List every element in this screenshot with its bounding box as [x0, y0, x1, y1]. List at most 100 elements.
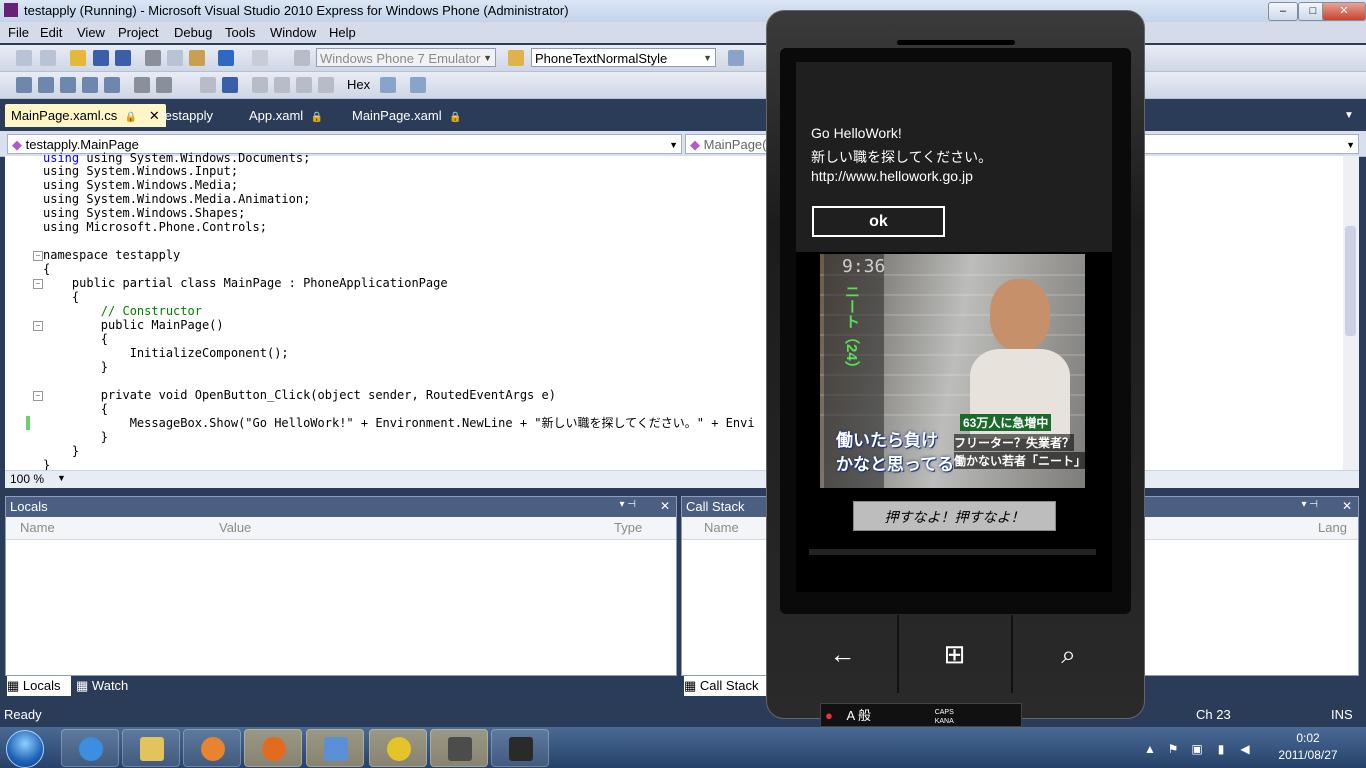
tab-call-stack[interactable]: ▦ Call Stack	[684, 676, 770, 696]
word-complete-icon[interactable]	[104, 77, 120, 93]
open-file-icon[interactable]	[70, 50, 86, 66]
hex-button[interactable]: Hex	[347, 77, 370, 92]
ime-caps-kana: CAPS KANA	[935, 708, 954, 726]
tab-testapply[interactable]: testapply	[155, 104, 219, 127]
style-dropdown[interactable]: PhoneTextNormalStyle ▼	[531, 48, 716, 67]
code-line: namespace testapply	[43, 248, 181, 262]
show-next-statement-icon[interactable]	[252, 77, 268, 93]
column-type[interactable]: Type	[614, 517, 642, 539]
start-debug-icon[interactable]	[294, 50, 310, 66]
taskbar-phone[interactable]	[491, 729, 549, 767]
menu-file[interactable]: File	[8, 25, 29, 40]
add-item-icon[interactable]	[40, 50, 56, 66]
taskbar-ie[interactable]	[61, 729, 119, 767]
taskbar-explorer[interactable]	[122, 729, 180, 767]
visual-studio-express-icon	[387, 737, 411, 761]
cut-icon[interactable]	[145, 50, 161, 66]
fold-toggle-icon[interactable]: −	[33, 279, 43, 289]
comment-icon[interactable]	[134, 77, 150, 93]
menu-project[interactable]: Project	[118, 25, 158, 40]
taskbar-phone-emulator[interactable]	[430, 729, 488, 767]
search-key-icon[interactable]: ⌕	[1012, 615, 1125, 693]
action-center-icon[interactable]: ⚑	[1166, 742, 1180, 756]
undo-icon[interactable]	[218, 50, 234, 66]
taskbar-app[interactable]	[306, 729, 364, 767]
outline-icon[interactable]	[16, 77, 32, 93]
start-button[interactable]	[6, 730, 44, 768]
paste-icon[interactable]	[189, 50, 205, 66]
editor-horizontal-scrollbar[interactable]: 100 % ▼	[5, 470, 1359, 488]
start-key-icon[interactable]: ⊞	[898, 615, 1011, 693]
back-key-icon[interactable]: ←	[786, 615, 899, 693]
push-button[interactable]: 押すなよ！押すなよ！	[853, 501, 1056, 531]
tab-mainpage-xaml[interactable]: MainPage.xaml 🔒	[346, 104, 468, 127]
minimize-button[interactable]: –	[1268, 2, 1298, 21]
parameter-info-icon[interactable]	[60, 77, 76, 93]
fold-toggle-icon[interactable]: −	[33, 321, 43, 331]
volume-icon[interactable]: ◀	[1238, 742, 1252, 756]
step-over-icon[interactable]	[296, 77, 312, 93]
redo-icon[interactable]	[252, 50, 268, 66]
menu-help[interactable]: Help	[329, 25, 356, 40]
show-hidden-icons-icon[interactable]: ▲	[1143, 742, 1157, 756]
copy-icon[interactable]	[167, 50, 183, 66]
locals-panel: Locals ▾ ⊣ ✕ Name Value Type	[5, 496, 677, 676]
tab-mainpage-xaml-cs[interactable]: MainPage.xaml.cs 🔒 ✕	[5, 104, 166, 127]
class-dropdown-value: testapply.MainPage	[25, 137, 139, 152]
tab-watch[interactable]: ▦ Watch	[76, 676, 146, 696]
zoom-level[interactable]: 100 %	[10, 472, 44, 486]
taskbar-visual-studio[interactable]	[369, 729, 427, 767]
network-icon[interactable]: ▮	[1214, 742, 1228, 756]
taskbar-firefox[interactable]	[244, 729, 302, 767]
style-icon[interactable]	[508, 50, 524, 66]
member-list-icon[interactable]	[38, 77, 54, 93]
window-app-icon	[324, 737, 348, 761]
fold-toggle-icon[interactable]: −	[33, 391, 43, 401]
new-project-icon[interactable]	[16, 50, 32, 66]
continue-icon[interactable]	[200, 77, 216, 93]
uncomment-icon[interactable]	[156, 77, 172, 93]
column-name[interactable]: Name	[704, 517, 739, 539]
tab-app-xaml[interactable]: App.xaml 🔒	[243, 104, 329, 127]
taskbar-clock[interactable]: 0:02 2011/08/27	[1262, 730, 1354, 764]
menu-edit[interactable]: Edit	[40, 25, 62, 40]
column-lang[interactable]: Lang	[1318, 517, 1347, 539]
quick-info-icon[interactable]	[82, 77, 98, 93]
stop-icon[interactable]	[222, 77, 238, 93]
windows-icon[interactable]	[410, 77, 426, 93]
breakpoints-icon[interactable]	[380, 77, 396, 93]
tab-overflow-icon[interactable]: ▼	[1344, 110, 1354, 121]
save-icon[interactable]	[93, 50, 109, 66]
code-line: }	[43, 444, 80, 458]
editor-vertical-scrollbar[interactable]	[1343, 156, 1359, 474]
chevron-down-icon[interactable]: ▼	[57, 473, 66, 483]
code-line: using using System.Windows.Documents;	[43, 151, 311, 165]
scroll-thumb[interactable]	[1345, 226, 1356, 336]
step-out-icon[interactable]	[318, 77, 334, 93]
tab-locals[interactable]: ▦ Locals	[7, 676, 71, 696]
device-icon[interactable]: ▣	[1190, 742, 1204, 756]
ok-button[interactable]: ok	[812, 206, 945, 237]
close-button[interactable]: ✕	[1322, 2, 1366, 21]
close-icon[interactable]: ✕	[660, 499, 670, 513]
column-value[interactable]: Value	[219, 517, 251, 539]
save-all-icon[interactable]	[115, 50, 131, 66]
code-line: public MainPage()	[43, 318, 224, 332]
menu-tools[interactable]: Tools	[225, 25, 255, 40]
fold-toggle-icon[interactable]: −	[33, 251, 43, 261]
menu-view[interactable]: View	[77, 25, 105, 40]
ime-language-bar[interactable]: ● A 般 CAPS KANA	[820, 703, 1022, 727]
taskbar-media-player[interactable]	[183, 729, 241, 767]
find-icon[interactable]	[728, 50, 744, 66]
column-name[interactable]: Name	[20, 517, 55, 539]
pin-icon[interactable]: ▾ ⊣	[619, 499, 636, 510]
ime-mode[interactable]: A 般	[846, 708, 871, 723]
target-device-dropdown[interactable]: Windows Phone 7 Emulator ▼	[316, 48, 496, 67]
menu-debug[interactable]: Debug	[174, 25, 212, 40]
step-into-icon[interactable]	[274, 77, 290, 93]
close-icon[interactable]: ✕	[1342, 499, 1352, 513]
menu-window[interactable]: Window	[270, 25, 316, 40]
column-header-row: Name Value Type	[6, 517, 676, 540]
style-label: PhoneTextNormalStyle	[535, 51, 668, 66]
pin-icon[interactable]: ▾ ⊣	[1301, 499, 1318, 510]
